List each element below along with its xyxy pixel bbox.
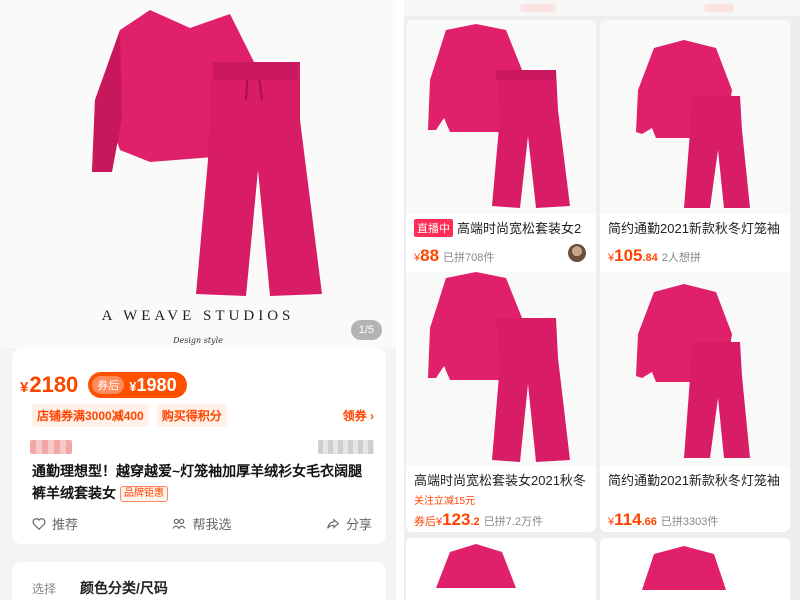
help-me-choose-button[interactable]: 帮我选 [172,514,232,533]
product-price: ¥105.84 2人想拼 [608,246,701,265]
product-detail-panel: A WEAVE STUDIOS Design style 1/5 ¥2180 券… [0,0,396,600]
garment-image [636,284,750,458]
product-price: ¥88 已拼708件 [414,246,495,265]
product-title: 简约通勤2021新款秋冬灯笼袖 [608,221,780,236]
garment-image [92,10,322,296]
heart-icon [32,517,46,530]
recommendation-grid: 直播中 高端时尚宽松套装女2 ¥88 已拼708件 简约通勤2021新款秋冬灯笼袖 … [404,0,800,600]
image-pager: 1/5 [350,320,382,340]
promo-row: 店铺券满3000减400 购买得积分 [32,404,227,427]
seller-avatar[interactable] [568,244,586,262]
product-title: 简约通勤2021新款秋冬灯笼袖 [608,473,780,488]
grid-topbar [404,0,800,16]
product-image[interactable] [600,20,790,214]
live-badge: 直播中 [414,218,453,237]
product-card[interactable] [600,538,790,600]
coupon-tag: 券后 [92,376,125,394]
brand-subtitle: Design style [173,336,223,345]
garment-image [642,546,726,590]
follow-discount: 关注立减15元 [414,496,476,507]
recommend-button[interactable]: 推荐 [32,514,78,533]
product-price: ¥114.66 已拼3303件 [608,510,719,529]
sku-select-card[interactable] [12,562,386,600]
garment-image [636,40,750,208]
select-value[interactable]: 颜色分类/尺码 [80,578,168,598]
product-title: 高端时尚宽松套装女2021秋冬 [414,473,586,488]
product-card[interactable]: 高端时尚宽松套装女2021秋冬 关注立减15元 券后 ¥123.2 已拼7.2万件 [406,272,596,532]
product-card[interactable] [406,538,596,600]
product-image[interactable] [406,272,596,466]
product-card[interactable]: 简约通勤2021新款秋冬灯笼袖 ¥114.66 已拼3303件 [600,272,790,532]
coupon-price: ¥1980 [129,374,177,395]
blurred-tag [30,440,72,454]
product-hero-image[interactable]: A WEAVE STUDIOS Design style 1/5 [0,0,396,348]
brand-deal-tag: 品牌钜惠 [120,486,168,503]
people-icon [172,518,187,529]
garment-image [428,272,570,462]
claim-coupon-link[interactable]: 领券 › [343,407,374,424]
select-label: 选择 [32,582,57,596]
coupon-price-badge[interactable]: 券后 ¥1980 [88,372,187,398]
points-chip[interactable]: 购买得积分 [156,404,227,427]
product-card[interactable]: 简约通勤2021新款秋冬灯笼袖 ¥105.84 2人想拼 [600,20,790,280]
recommend-label: 推荐 [52,517,79,532]
garment-image [436,544,516,588]
garment-image [428,24,570,208]
action-bar: 推荐 帮我选 分享 [32,514,372,533]
topbar-pill [520,4,556,12]
product-title: 直播中 高端时尚宽松套装女2 [414,218,592,237]
share-label: 分享 [345,517,372,532]
topbar-pill [704,4,734,12]
help-me-choose-label: 帮我选 [192,517,232,532]
price-row: ¥2180 券后 ¥1980 [20,372,187,398]
blurred-text [318,440,374,454]
store-coupon-chip[interactable]: 店铺券满3000减400 [32,404,149,427]
product-price: 券后 ¥123.2 已拼7.2万件 [414,510,543,529]
product-image[interactable] [406,20,596,214]
brand-wordmark: A WEAVE STUDIOS [101,308,295,324]
current-price: ¥2180 [20,372,79,397]
share-icon [327,517,340,529]
product-image[interactable] [600,272,790,466]
product-title: 通勤理想型！越穿越爱~灯笼袖加厚羊绒衫女毛衣阔腿裤羊绒套装女 品牌钜惠 [32,463,363,503]
product-card[interactable]: 直播中 高端时尚宽松套装女2 ¥88 已拼708件 [406,20,596,280]
share-button[interactable]: 分享 [326,514,372,533]
